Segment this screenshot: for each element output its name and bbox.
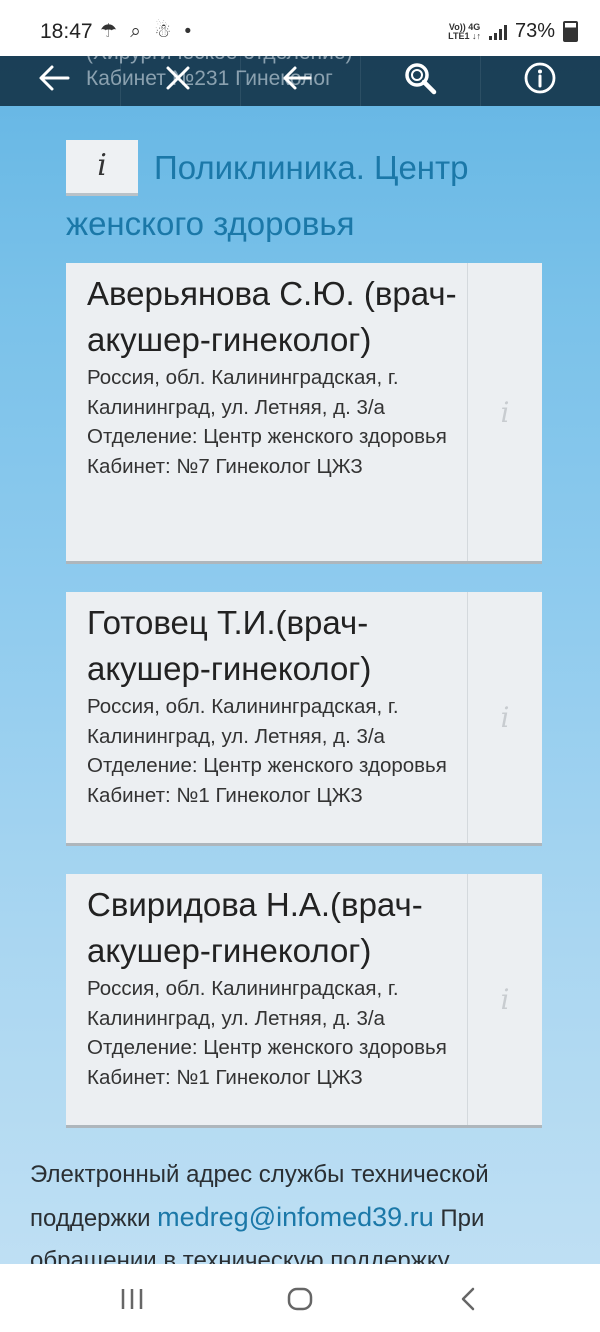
doctor-name: Аверьянова С.Ю. (врач-акушер-гинеколог) [87, 275, 457, 358]
signal-icon [488, 24, 507, 40]
doctor-card-body[interactable]: Свиридова Н.А.(врач-акушер-гинеколог) Ро… [66, 874, 468, 1125]
doctor-card[interactable]: Свиридова Н.А.(врач-акушер-гинеколог) Ро… [66, 874, 542, 1128]
doctor-info-button[interactable]: i [468, 263, 542, 561]
undo-arrow-icon[interactable] [274, 56, 318, 100]
doctor-cabinet: Кабинет: №1 Гинеколог ЦЖЗ [87, 1065, 363, 1089]
battery-percent: 73% [514, 20, 555, 42]
info-icon: i [500, 701, 510, 734]
status-right: Vo)) 4G LTE1 ↓↑ 73% [448, 20, 578, 43]
doctor-cabinet: Кабинет: №7 Гинеколог ЦЖЗ [87, 454, 363, 478]
doctor-card-body[interactable]: Аверьянова С.Ю. (врач-акушер-гинеколог) … [66, 263, 468, 561]
close-icon[interactable] [156, 56, 200, 100]
doctor-card-body[interactable]: Готовец Т.И.(врач-акушер-гинеколог) Росс… [66, 592, 468, 843]
info-icon: i [500, 983, 510, 1016]
support-notice: Электронный адрес службы технической под… [30, 1154, 575, 1282]
recent-apps-icon[interactable] [112, 1284, 152, 1314]
doctor-department: Отделение: Центр женского здоровья [87, 1036, 447, 1059]
section-title: i Поликлиника. Центр женского здоровья [66, 140, 566, 252]
system-nav-bar [0, 1264, 600, 1332]
info-icon: i [500, 395, 510, 429]
search-icon[interactable] [398, 56, 442, 100]
info-icon[interactable] [518, 56, 562, 100]
back-icon[interactable] [448, 1284, 488, 1314]
back-arrow-icon[interactable] [32, 56, 76, 100]
section-info-button[interactable]: i [66, 140, 138, 196]
doctor-name: Готовец Т.И.(врач-акушер-гинеколог) [87, 604, 372, 687]
network-bottom-label: LTE1 ↓↑ [448, 30, 481, 41]
doctor-department: Отделение: Центр женского здоровья [87, 425, 447, 448]
doctor-card[interactable]: Аверьянова С.Ю. (врач-акушер-гинеколог) … [66, 263, 542, 564]
doctor-cabinet: Кабинет: №1 Гинеколог ЦЖЗ [87, 783, 363, 807]
top-toolbar: (Хирургическое отделение) Кабинет №231 Г… [0, 48, 600, 106]
doctor-info-button[interactable]: i [468, 874, 542, 1125]
doctor-card[interactable]: Готовец Т.И.(врач-акушер-гинеколог) Росс… [66, 592, 542, 846]
support-email-link[interactable]: medreg@infomed39.ru [157, 1202, 434, 1232]
doctor-info-button[interactable]: i [468, 592, 542, 843]
home-icon[interactable] [280, 1284, 320, 1314]
doctor-address: Россия, обл. Калининградская, г. Калинин… [87, 366, 399, 419]
network-type-icon: Vo)) 4G LTE1 ↓↑ [448, 22, 481, 41]
notification-icons: ☂ ⌕ ☃ • [100, 21, 196, 42]
doctor-department: Отделение: Центр женского здоровья [87, 754, 447, 777]
doctor-address: Россия, обл. Калининградская, г. Калинин… [87, 977, 399, 1030]
doctor-name: Свиридова Н.А.(врач-акушер-гинеколог) [87, 886, 423, 969]
doctor-address: Россия, обл. Калининградская, г. Калинин… [87, 695, 399, 748]
status-time: 18:47 [40, 20, 93, 43]
battery-icon [563, 21, 578, 42]
status-bar: 18:47 ☂ ⌕ ☃ • Vo)) 4G LTE1 ↓↑ 73% [0, 0, 600, 56]
